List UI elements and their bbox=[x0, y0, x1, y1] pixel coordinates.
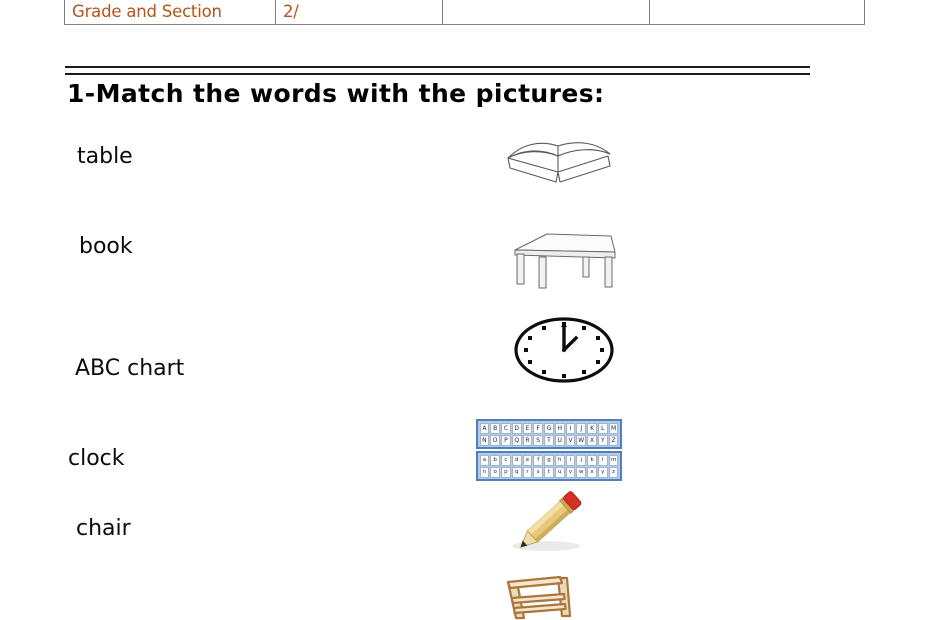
abc-cell: S bbox=[533, 434, 544, 446]
abc-cell: c bbox=[501, 454, 511, 466]
abc-cell: q bbox=[511, 466, 522, 478]
abc-cell: X bbox=[587, 434, 597, 446]
abc-cell: O bbox=[490, 434, 501, 446]
abc-cell: u bbox=[554, 466, 565, 478]
abc-cell: j bbox=[576, 454, 587, 466]
abc-cell: t bbox=[544, 466, 554, 478]
abc-cell: y bbox=[597, 466, 608, 478]
abc-cell: E bbox=[522, 422, 533, 434]
picture-abc-chart[interactable]: A B C D E F G H I J K L M N O P Q R S T … bbox=[476, 419, 622, 483]
abc-cell: W bbox=[576, 434, 587, 446]
abc-cell: B bbox=[490, 422, 501, 434]
abc-cell: Q bbox=[511, 434, 522, 446]
word-item-abc-chart[interactable]: ABC chart bbox=[75, 356, 184, 381]
abc-cell: D bbox=[511, 422, 522, 434]
table-row: Grade and Section 2/ bbox=[64, 0, 865, 25]
abc-cell: w bbox=[576, 466, 587, 478]
word-item-table[interactable]: table bbox=[77, 144, 133, 169]
abc-cell: e bbox=[522, 454, 533, 466]
abc-cell: f bbox=[533, 454, 544, 466]
abc-cell: K bbox=[587, 422, 597, 434]
abc-cell: x bbox=[587, 466, 597, 478]
grade-and-section-value[interactable]: 2/ bbox=[275, 0, 443, 25]
header-middle-cell-row2 bbox=[442, 0, 650, 25]
abc-cell: v bbox=[565, 466, 576, 478]
word-item-clock[interactable]: clock bbox=[68, 446, 125, 471]
abc-lowercase-block: a b c d e f g h i j k l m n o p q r s t … bbox=[476, 451, 622, 481]
abc-cell: M bbox=[608, 422, 619, 434]
abc-cell: C bbox=[501, 422, 511, 434]
abc-lowercase-row-1: a b c d e f g h i j k l m bbox=[479, 454, 619, 466]
abc-cell: P bbox=[501, 434, 511, 446]
student-info-table: Student's name Worksheet Grade and Secti… bbox=[64, 0, 865, 25]
abc-lowercase-row-2: n o p q r s t u v w x y z bbox=[479, 466, 619, 478]
word-item-book[interactable]: book bbox=[79, 234, 133, 259]
word-item-chair[interactable]: chair bbox=[76, 516, 131, 541]
abc-cell: g bbox=[544, 454, 554, 466]
abc-cell: a bbox=[479, 454, 490, 466]
abc-cell: T bbox=[544, 434, 554, 446]
picture-chair[interactable] bbox=[486, 568, 590, 620]
picture-book[interactable] bbox=[500, 126, 620, 188]
header-right-cell-row2 bbox=[649, 0, 865, 25]
abc-cell: s bbox=[533, 466, 544, 478]
abc-cell: Y bbox=[597, 434, 608, 446]
abc-cell: d bbox=[511, 454, 522, 466]
abc-uppercase-block: A B C D E F G H I J K L M N O P Q R S T … bbox=[476, 419, 622, 449]
abc-cell: A bbox=[479, 422, 490, 434]
abc-cell: l bbox=[597, 454, 608, 466]
section-divider bbox=[65, 66, 810, 75]
abc-cell: F bbox=[533, 422, 544, 434]
abc-cell: i bbox=[565, 454, 576, 466]
grade-and-section-label: Grade and Section bbox=[64, 0, 276, 25]
abc-cell: U bbox=[554, 434, 565, 446]
abc-cell: z bbox=[608, 466, 619, 478]
abc-cell: V bbox=[565, 434, 576, 446]
picture-clock[interactable] bbox=[512, 314, 616, 386]
abc-cell: k bbox=[587, 454, 597, 466]
abc-cell: m bbox=[608, 454, 619, 466]
abc-cell: r bbox=[522, 466, 533, 478]
abc-cell: b bbox=[490, 454, 501, 466]
abc-uppercase-row-1: A B C D E F G H I J K L M bbox=[479, 422, 619, 434]
abc-cell: G bbox=[544, 422, 554, 434]
exercise-instruction: 1-Match the words with the pictures: bbox=[67, 79, 605, 108]
abc-cell: N bbox=[479, 434, 490, 446]
abc-uppercase-row-2: N O P Q R S T U V W X Y Z bbox=[479, 434, 619, 446]
picture-pencil[interactable] bbox=[500, 486, 600, 554]
abc-cell: n bbox=[479, 466, 490, 478]
picture-table[interactable] bbox=[503, 228, 625, 290]
abc-cell: L bbox=[597, 422, 608, 434]
abc-cell: I bbox=[565, 422, 576, 434]
abc-cell: h bbox=[554, 454, 565, 466]
abc-cell: H bbox=[554, 422, 565, 434]
abc-cell: o bbox=[490, 466, 501, 478]
abc-cell: R bbox=[522, 434, 533, 446]
abc-cell: Z bbox=[608, 434, 619, 446]
abc-cell: p bbox=[501, 466, 511, 478]
abc-cell: J bbox=[576, 422, 587, 434]
